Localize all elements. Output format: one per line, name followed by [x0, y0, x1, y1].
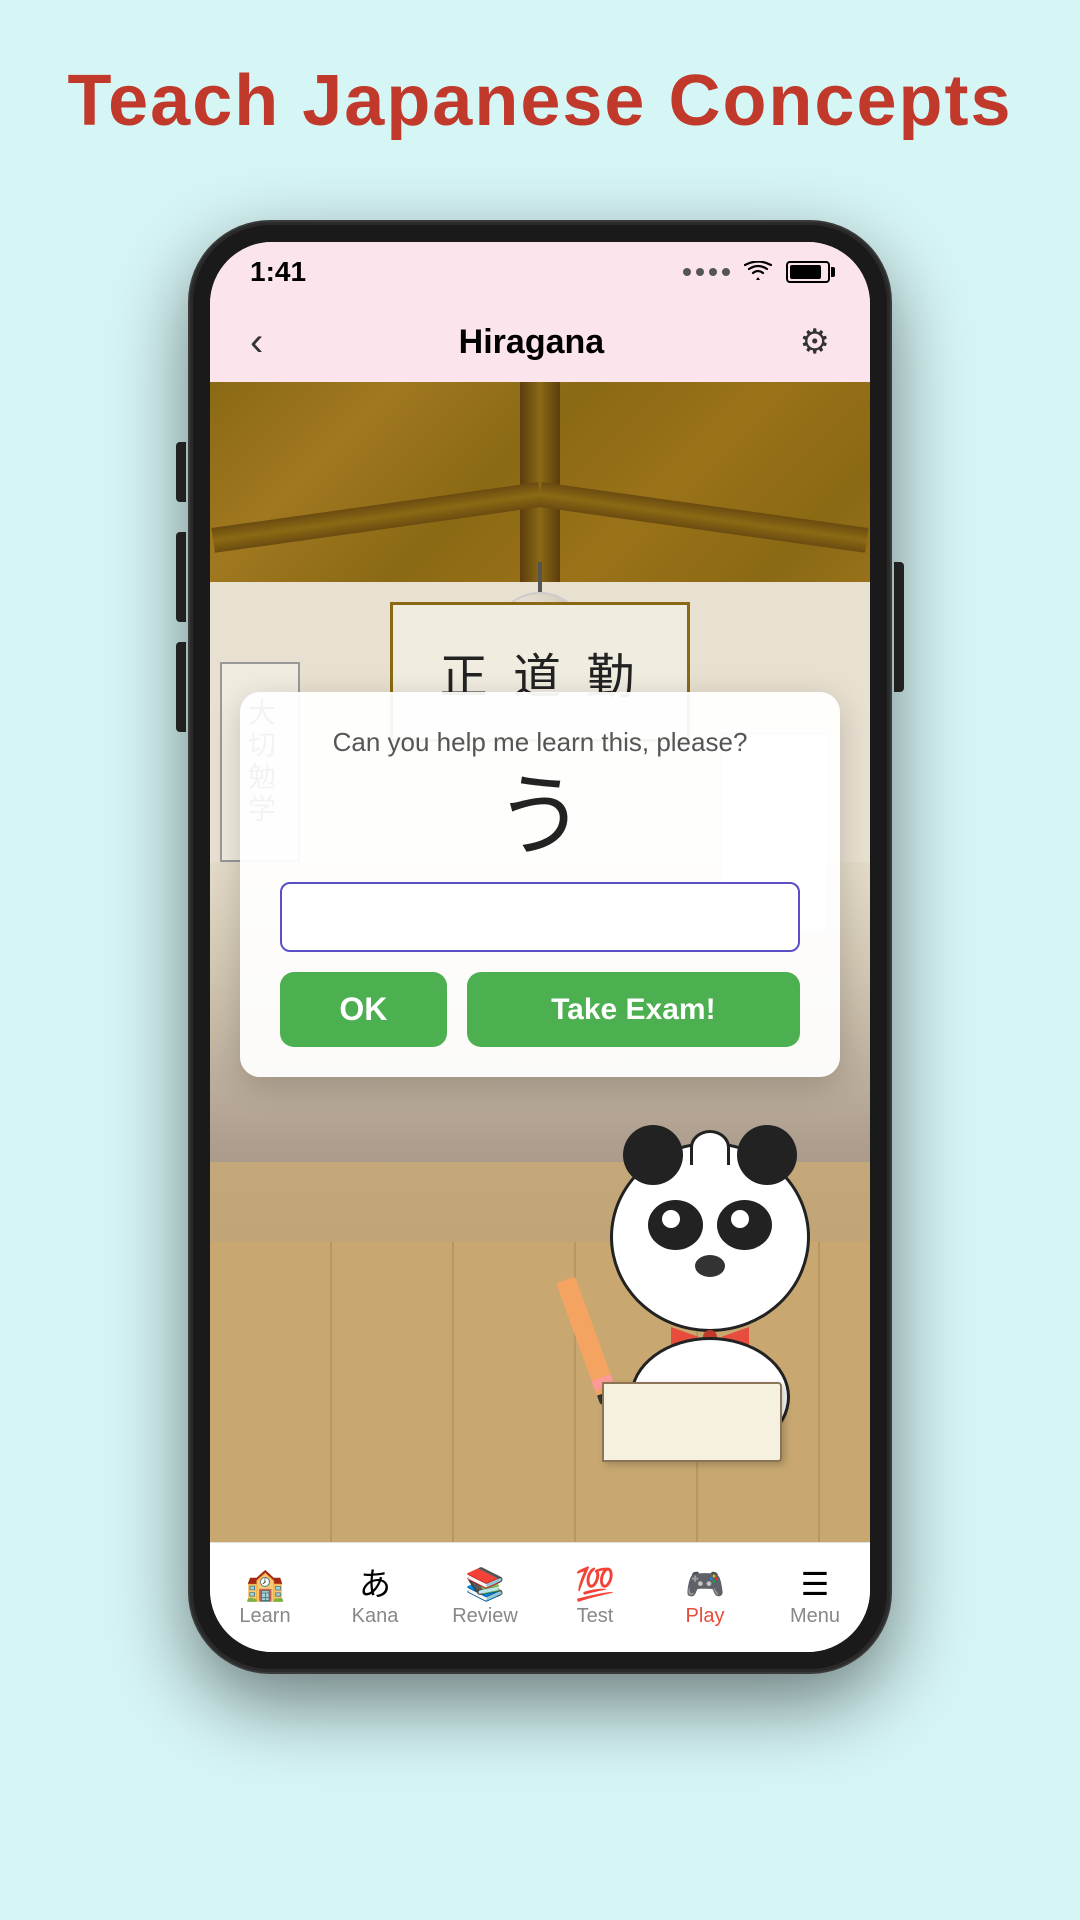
kana-icon: あ [359, 1568, 391, 1600]
settings-button[interactable]: ⚙ [800, 322, 830, 362]
panda-hair [690, 1130, 730, 1165]
nav-item-menu[interactable]: ☰ Menu [760, 1568, 870, 1628]
nav-item-kana[interactable]: あ Kana [320, 1568, 430, 1628]
battery-icon [786, 261, 830, 283]
volume-mute-button [176, 442, 186, 502]
review-icon: 📚 [465, 1568, 505, 1600]
quiz-answer-input[interactable] [280, 882, 800, 952]
status-icons [683, 257, 830, 288]
learn-icon: 🏫 [245, 1568, 285, 1600]
nav-item-learn[interactable]: 🏫 Learn [210, 1568, 320, 1628]
nav-title: Hiragana [459, 323, 605, 362]
panda-eye-left [648, 1200, 703, 1250]
nav-label-menu: Menu [790, 1605, 840, 1628]
panda-nose [695, 1255, 725, 1277]
quiz-character: う [280, 768, 800, 867]
nav-item-play[interactable]: 🎮 Play [650, 1568, 760, 1628]
quiz-question: Can you help me learn this, please? [280, 727, 800, 758]
signal-icon [683, 268, 730, 276]
power-button [894, 562, 904, 692]
nav-label-test: Test [577, 1605, 614, 1628]
panda-eye-right [717, 1200, 772, 1250]
nav-label-learn: Learn [239, 1605, 290, 1628]
wifi-icon [744, 257, 772, 288]
volume-down-button [176, 642, 186, 732]
status-bar: 1:41 [210, 242, 870, 302]
volume-up-button [176, 532, 186, 622]
panda-head [610, 1142, 810, 1332]
main-content: 正 道 勤 大切勉学 Can you help me learn this, p… [210, 382, 870, 1542]
quiz-buttons: OK Take Exam! [280, 972, 800, 1047]
panda-ear-right [737, 1125, 797, 1185]
phone-mockup: 1:41 ‹ H [190, 222, 890, 1672]
take-exam-button[interactable]: Take Exam! [467, 972, 800, 1047]
play-icon: 🎮 [685, 1568, 725, 1600]
ok-button[interactable]: OK [280, 972, 447, 1047]
back-button[interactable]: ‹ [250, 320, 263, 365]
nav-label-review: Review [452, 1605, 518, 1628]
nav-item-test[interactable]: 💯 Test [540, 1568, 650, 1628]
nav-label-play: Play [686, 1605, 725, 1628]
quiz-card: Can you help me learn this, please? う OK… [240, 692, 840, 1077]
panda-ear-left [623, 1125, 683, 1185]
panda-book [602, 1382, 782, 1462]
status-time: 1:41 [250, 256, 306, 288]
bottom-navigation: 🏫 Learn あ Kana 📚 Review 💯 Test 🎮 Play ☰ [210, 1542, 870, 1652]
nav-label-kana: Kana [352, 1605, 399, 1628]
navigation-bar: ‹ Hiragana ⚙ [210, 302, 870, 382]
phone-screen: 1:41 ‹ H [210, 242, 870, 1652]
panda [570, 1142, 850, 1462]
menu-icon: ☰ [801, 1568, 830, 1600]
nav-item-review[interactable]: 📚 Review [430, 1568, 540, 1628]
panda-character [570, 1142, 850, 1462]
test-icon: 💯 [575, 1568, 615, 1600]
page-title: Teach Japanese Concepts [67, 60, 1012, 142]
